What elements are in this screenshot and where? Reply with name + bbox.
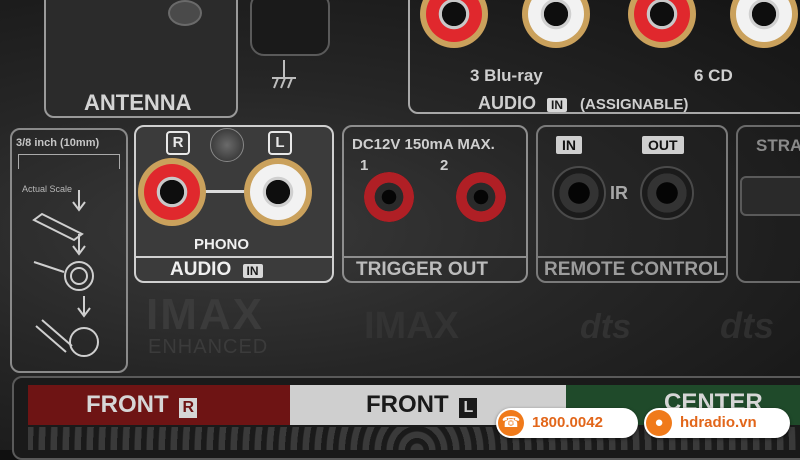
phono-label: PHONO (194, 236, 250, 253)
in-tag: IN (242, 264, 263, 278)
screw-icon (168, 0, 202, 26)
globe-icon: ● (646, 410, 672, 436)
screw-icon (210, 128, 244, 162)
trigger-port-2-label: 2 (440, 157, 449, 174)
trigger-divider (344, 256, 526, 258)
phono-divider (136, 256, 332, 258)
website-link[interactable]: hdradio.vn (680, 408, 757, 438)
trigger-spec-label: DC12V 150mA MAX. (352, 136, 495, 153)
remote-divider (538, 256, 726, 258)
trigger-port-1-label: 1 (360, 157, 369, 174)
wire-strip-ruler (18, 154, 120, 169)
audio-text: AUDIO (478, 93, 536, 113)
phone-number: 1800.0042 (532, 414, 603, 431)
wire-size-label: 3/8 inch (10mm) (16, 137, 100, 149)
front-right-tag: R (179, 398, 198, 418)
wire-diagram-icon (24, 190, 124, 365)
ground-icon (270, 60, 298, 90)
audio-text: AUDIO (170, 259, 232, 280)
antenna-label: ANTENNA (84, 90, 192, 115)
phono-jack-right (138, 158, 206, 226)
receiver-back-panel: ANTENNA 3 Blu-ray 6 CD AUDIO IN (ASSIGNA… (0, 0, 800, 460)
assignable-note: (ASSIGNABLE) (580, 96, 689, 113)
dts-logo-1: dts (580, 308, 631, 346)
imax-logo-2: IMAX (364, 305, 459, 347)
website-contact-pill[interactable]: ● hdradio.vn (644, 408, 790, 438)
remote-in-tag: IN (556, 136, 582, 154)
imax-enhanced-label: ENHANCED (148, 336, 269, 358)
remote-out-jack (640, 166, 694, 220)
trigger-jack-2 (456, 172, 506, 222)
trigger-out-label: TRIGGER OUT (356, 259, 488, 280)
channel-r-badge: R (166, 131, 190, 155)
ground-terminal (250, 0, 330, 56)
remote-out-tag: OUT (642, 136, 684, 154)
phone-contact-pill[interactable]: ☎ 1800.0042 (496, 408, 638, 438)
remote-in-jack (552, 166, 606, 220)
phone-icon: ☎ (498, 410, 524, 436)
ir-label: IR (610, 183, 628, 203)
dts-logo-2: dts (720, 305, 774, 346)
in-tag: IN (547, 98, 568, 112)
channel-l-badge: L (268, 131, 292, 155)
phono-audio-in-label: AUDIO IN (170, 259, 263, 281)
imax-logo-1: IMAX (146, 290, 264, 339)
audio-in-label: AUDIO IN (ASSIGNABLE) (478, 93, 688, 114)
front-right-label: FRONT R (86, 391, 198, 419)
trigger-jack-1 (364, 172, 414, 222)
input-label-cd: 6 CD (694, 66, 733, 85)
serial-port (740, 176, 800, 216)
remote-control-label: REMOTE CONTROL (544, 259, 725, 280)
phono-jack-left (244, 158, 312, 226)
input-label-blu-ray: 3 Blu-ray (470, 66, 543, 85)
front-left-label: FRONT L (366, 391, 478, 419)
partial-label: STRA (756, 136, 800, 155)
front-left-tag: L (459, 398, 478, 418)
